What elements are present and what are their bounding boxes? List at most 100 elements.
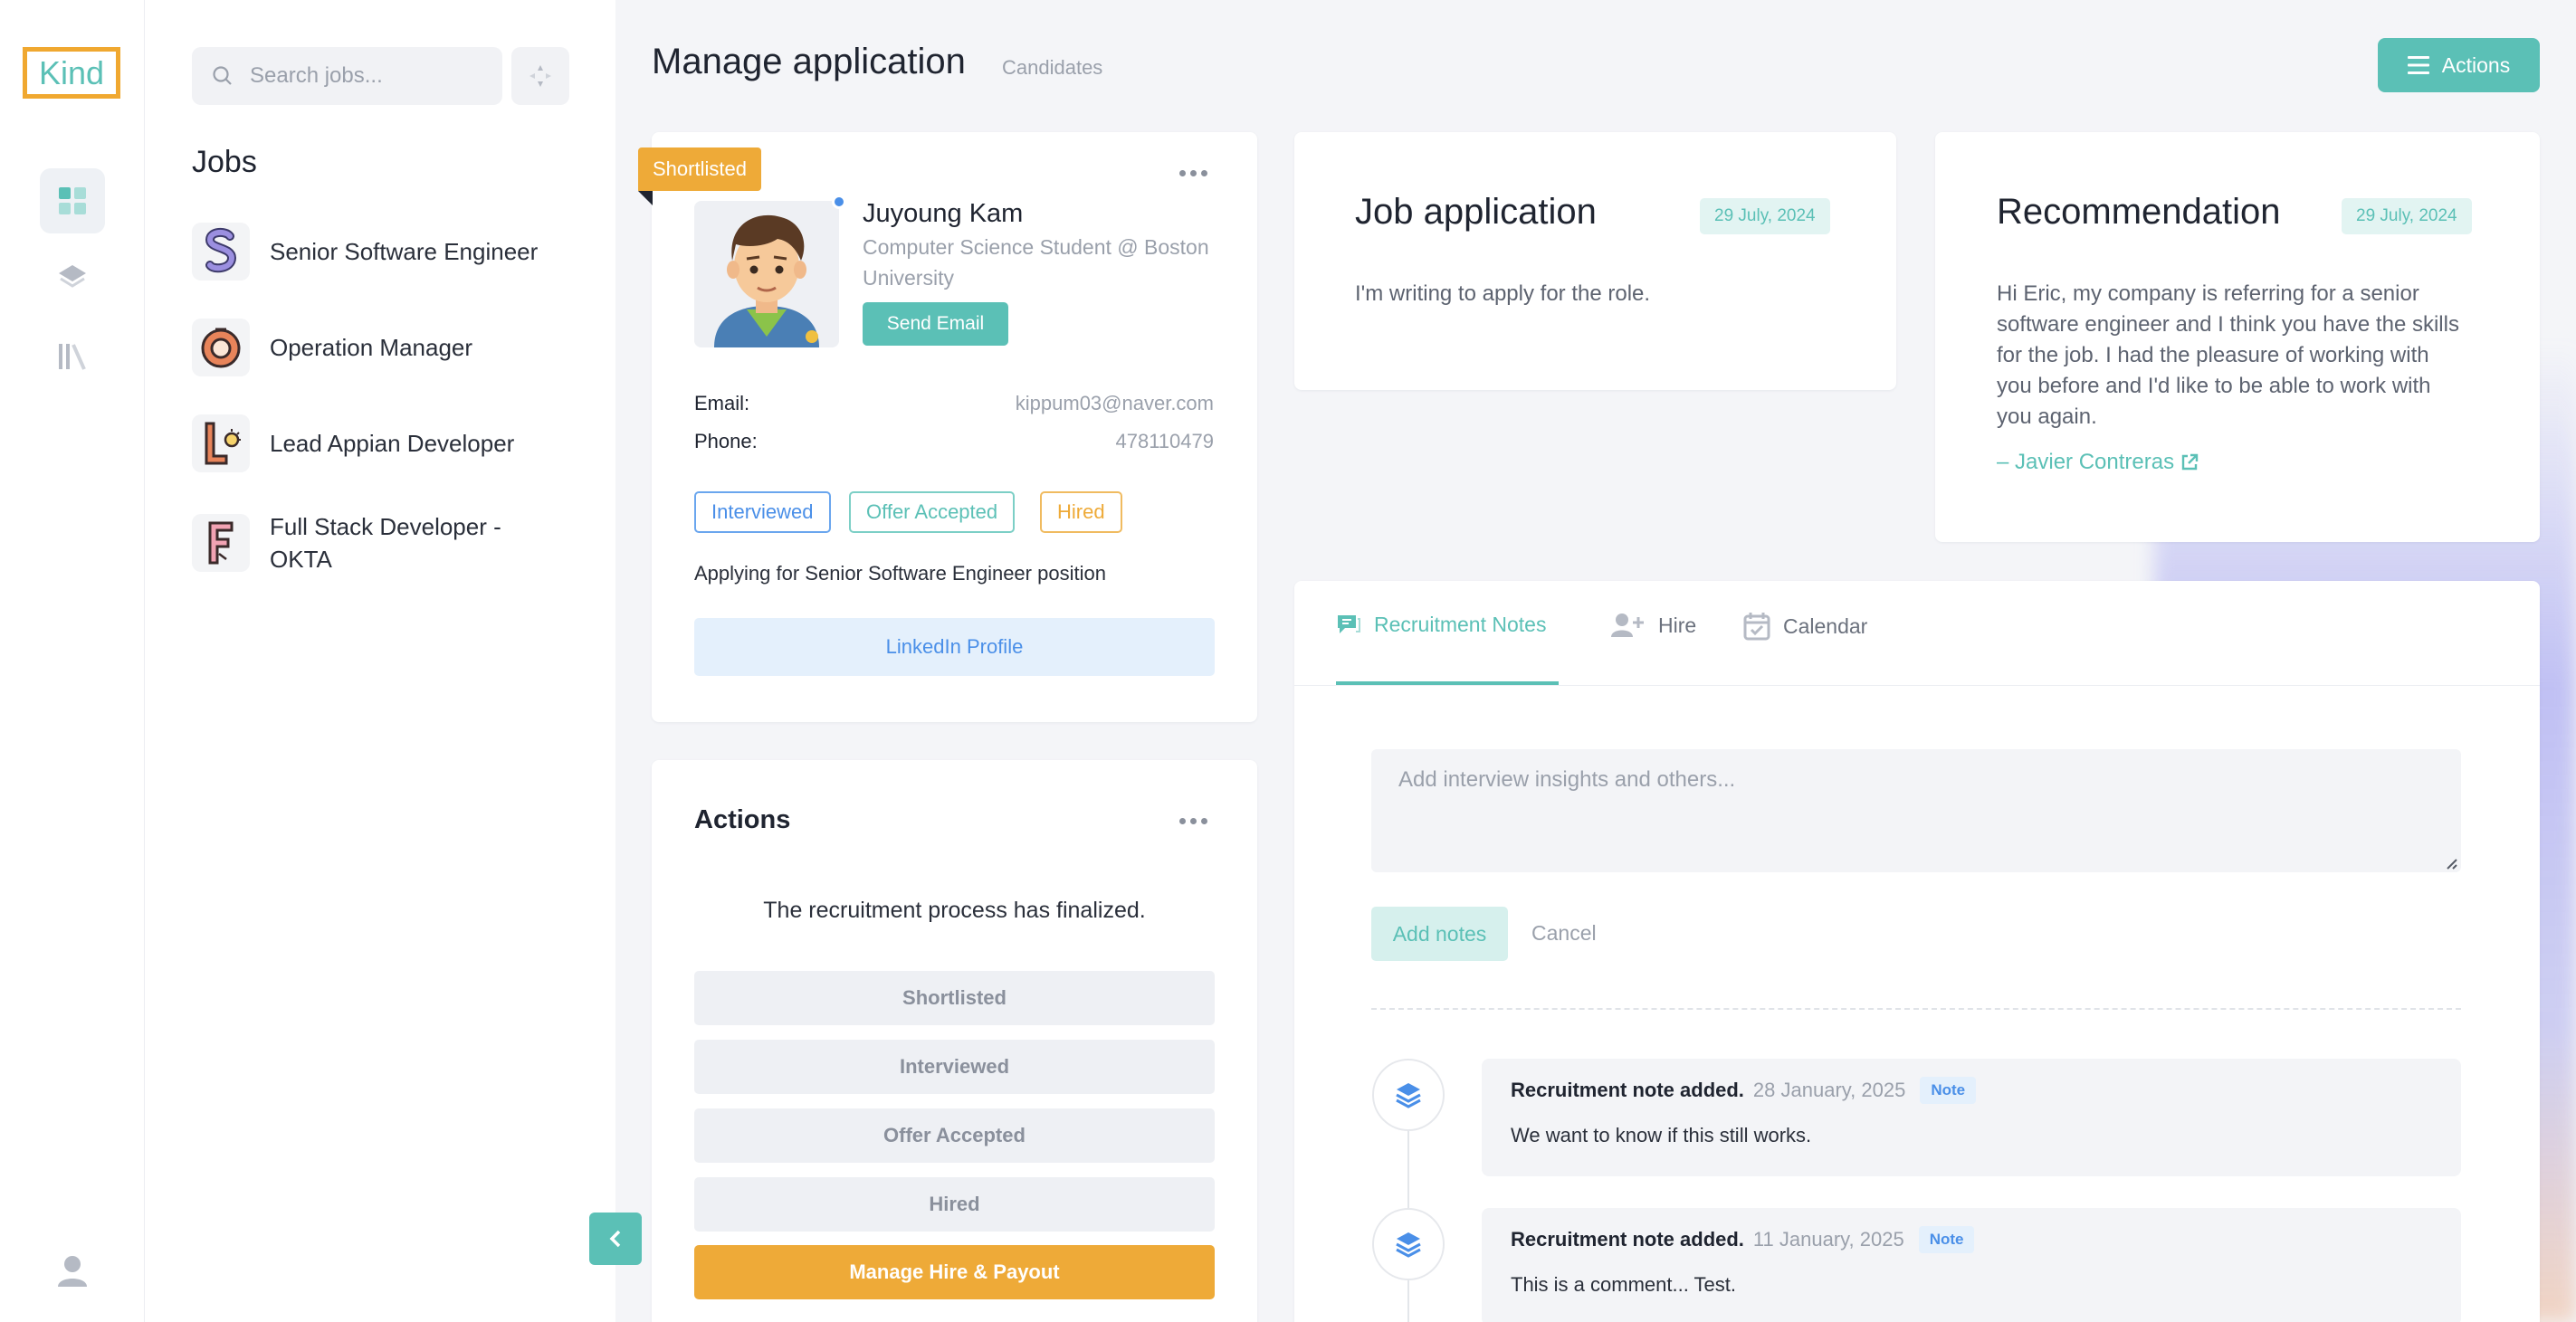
layers-icon <box>1396 1232 1421 1258</box>
stage-button-shortlisted[interactable]: Shortlisted <box>694 971 1215 1025</box>
filter-icon <box>530 65 551 87</box>
chevron-left-icon <box>609 1230 621 1248</box>
stage-button-hired[interactable]: Hired <box>694 1177 1215 1232</box>
menu-icon <box>2407 56 2429 74</box>
library-nav-button[interactable] <box>40 324 105 389</box>
email-value[interactable]: kippum03@naver.com <box>1016 392 1214 415</box>
note-entry: Recruitment note added. 28 January, 2025… <box>1482 1059 2461 1176</box>
search-icon <box>213 66 232 85</box>
layers-icon <box>59 265 86 288</box>
note-title: Recruitment note added. <box>1511 1228 1744 1251</box>
status-tag: Shortlisted <box>638 147 761 191</box>
candidate-avatar-image <box>694 201 839 347</box>
layers-icon <box>1396 1083 1421 1108</box>
page-subtitle[interactable]: Candidates <box>1002 56 1102 80</box>
actions-card-title: Actions <box>694 805 791 834</box>
note-input[interactable] <box>1371 749 2461 872</box>
tab-calendar[interactable]: Calendar <box>1743 612 1867 641</box>
recommendation-text: Hi Eric, my company is referring for a s… <box>1997 281 2459 429</box>
note-body: We want to know if this still works. <box>1511 1124 1812 1146</box>
library-icon <box>59 344 86 370</box>
job-item-operation-manager[interactable]: Operation Manager <box>192 319 590 376</box>
note-entry: Recruitment note added. 11 January, 2025… <box>1482 1208 2461 1322</box>
app-logo[interactable]: Kind <box>23 47 120 99</box>
tag-fold <box>638 191 653 205</box>
page-title: Manage application <box>652 42 966 81</box>
logo-text: Kind <box>38 53 105 91</box>
user-icon <box>58 1256 87 1287</box>
note-badge: Note <box>1918 1226 1975 1253</box>
jobs-panel: Jobs Senior Software Engineer Operation … <box>145 0 615 1322</box>
note-body: This is a comment... Test. <box>1511 1273 1737 1296</box>
job-application-text: I'm writing to apply for the role. <box>1355 281 1651 306</box>
cancel-button[interactable]: Cancel <box>1531 921 1597 946</box>
manage-hire-payout-button[interactable]: Manage Hire & Payout <box>694 1245 1215 1299</box>
status-badge-interviewed: Interviewed <box>694 491 831 533</box>
stage-button-interviewed[interactable]: Interviewed <box>694 1040 1215 1094</box>
stage-button-offer-accepted[interactable]: Offer Accepted <box>694 1108 1215 1163</box>
divider <box>1371 1008 2461 1010</box>
letter-o-icon <box>201 328 241 368</box>
candidate-name: Juyoung Kam <box>863 199 1024 228</box>
search-box[interactable] <box>192 47 502 105</box>
applying-position-text: Applying for Senior Software Engineer po… <box>694 562 1106 585</box>
recommendation-date-badge: 29 July, 2024 <box>2342 198 2472 234</box>
recommendation-title: Recommendation <box>1997 192 2281 232</box>
note-badge: Note <box>1920 1077 1977 1104</box>
job-item-full-stack-developer[interactable]: Full Stack Developer - OKTA <box>192 510 590 575</box>
job-item-lead-appian-developer[interactable]: Lead Appian Developer <box>192 414 590 472</box>
job-item-senior-software-engineer[interactable]: Senior Software Engineer <box>192 223 590 281</box>
user-profile-button[interactable] <box>54 1254 91 1287</box>
layers-nav-button[interactable] <box>40 244 105 309</box>
online-status-indicator <box>832 195 846 209</box>
recommender-name: – Javier Contreras <box>1997 450 2175 474</box>
calendar-icon <box>1743 613 1770 641</box>
tab-label: Hire <box>1658 613 1697 637</box>
jobs-heading: Jobs <box>192 145 257 179</box>
status-badge-hired: Hired <box>1040 491 1122 533</box>
status-badge-offer-accepted: Offer Accepted <box>849 491 1016 533</box>
search-input[interactable] <box>250 63 485 89</box>
filter-button[interactable] <box>511 47 569 105</box>
actions-more-button[interactable] <box>1179 818 1207 824</box>
avatar <box>694 201 839 347</box>
phone-value[interactable]: 478110479 <box>1116 430 1215 453</box>
phone-label: Phone: <box>694 430 758 452</box>
job-avatar <box>192 319 250 376</box>
timeline-dot <box>1372 1208 1445 1280</box>
job-avatar <box>192 414 250 472</box>
tab-label: Calendar <box>1783 613 1868 638</box>
tab-divider <box>1294 685 2540 686</box>
email-label: Email: <box>694 392 750 414</box>
tab-label: Recruitment Notes <box>1374 612 1547 636</box>
job-application-card <box>1294 132 1896 390</box>
collapse-sidebar-button[interactable] <box>589 1213 642 1265</box>
resize-handle-icon[interactable] <box>2444 856 2458 870</box>
job-avatar <box>192 223 250 281</box>
letter-f-icon <box>208 521 234 565</box>
candidate-role: Computer Science Student @ Boston Univer… <box>863 235 1209 290</box>
icon-rail: Kind <box>0 0 145 1322</box>
header-actions-label: Actions <box>2441 52 2511 77</box>
note-date: 11 January, 2025 <box>1752 1228 1904 1251</box>
note-date: 28 January, 2025 <box>1752 1079 1906 1101</box>
letter-s-icon <box>205 227 237 273</box>
linkedin-profile-button[interactable]: LinkedIn Profile <box>694 618 1215 676</box>
dashboard-nav-button[interactable] <box>40 168 105 233</box>
recommender-link[interactable]: – Javier Contreras <box>1997 450 2199 475</box>
tab-recruitment-notes[interactable]: Recruitment Notes <box>1336 612 1546 637</box>
job-avatar <box>192 514 250 572</box>
send-email-button[interactable]: Send Email <box>863 302 1008 346</box>
process-finalized-text: The recruitment process has finalized. <box>763 898 1146 923</box>
note-title: Recruitment note added. <box>1511 1079 1744 1101</box>
job-application-title: Job application <box>1355 192 1597 232</box>
tab-hire[interactable]: Hire <box>1609 612 1696 639</box>
grid-icon <box>59 187 86 214</box>
letter-l-icon <box>205 422 241 465</box>
job-label: Lead Appian Developer <box>270 430 515 457</box>
job-label: Operation Manager <box>270 334 473 361</box>
timeline-dot <box>1372 1059 1445 1131</box>
header-actions-button[interactable]: Actions <box>2378 38 2540 92</box>
add-notes-button[interactable]: Add notes <box>1371 907 1508 961</box>
candidate-more-button[interactable] <box>1179 170 1207 176</box>
